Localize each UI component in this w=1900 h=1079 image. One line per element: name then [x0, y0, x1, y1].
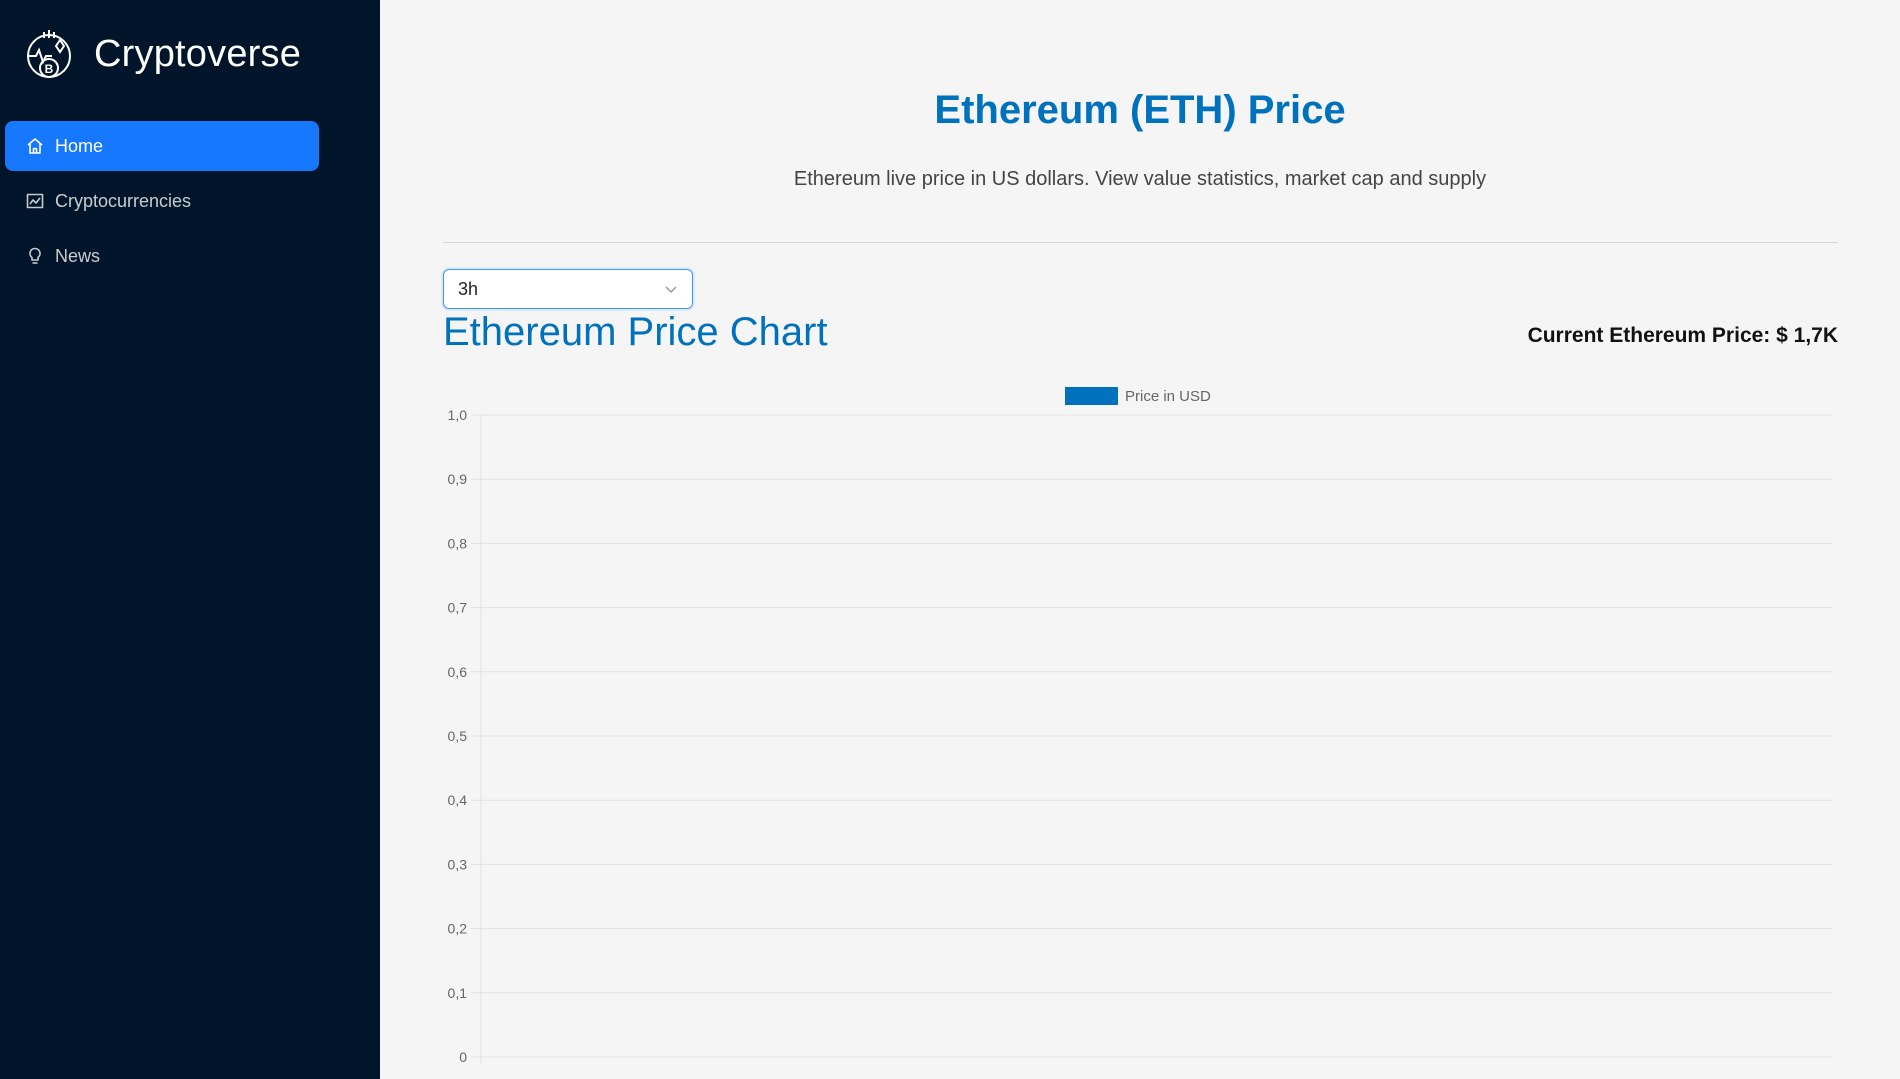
current-price: Current Ethereum Price: $ 1,7K	[1527, 324, 1838, 347]
sidebar-menu: Home Cryptocurrencies News	[5, 121, 319, 286]
main-content: Ethereum (ETH) Price Ethereum live price…	[380, 0, 1900, 1079]
y-tick-label: 0,2	[448, 921, 468, 937]
price-chart: Price in USD 0 0,1 0,2 0,3 0,4 0,5 0,6 0,7 0,8 0,9…	[448, 387, 1832, 1065]
page-subtitle: Ethereum live price in US dollars. View …	[793, 168, 1487, 190]
app-name[interactable]: Cryptoverse	[94, 33, 301, 76]
svg-text:B: B	[45, 62, 54, 76]
fund-icon	[26, 193, 44, 209]
y-tick-label: 0,8	[448, 535, 468, 551]
sidebar-item-cryptocurrencies[interactable]: Cryptocurrencies	[5, 176, 319, 226]
y-tick-label: 0,9	[448, 471, 468, 487]
chart-title: Ethereum Price Chart	[443, 310, 828, 354]
time-period-value: 3h	[458, 278, 479, 299]
y-tick-label: 0,6	[448, 664, 468, 680]
y-tick-label: 0,7	[448, 600, 468, 616]
sidebar-item-news[interactable]: News	[5, 231, 319, 281]
sidebar-item-label: Cryptocurrencies	[55, 190, 192, 211]
sidebar-item-label: News	[55, 245, 101, 266]
chevron-down-icon	[665, 286, 677, 294]
divider	[443, 242, 1838, 243]
page-title: Ethereum (ETH) Price	[934, 88, 1346, 132]
y-tick-label: 1,0	[448, 407, 468, 423]
legend-label: Price in USD	[1125, 388, 1211, 405]
legend-swatch	[1065, 387, 1118, 405]
y-tick-label: 0,5	[448, 728, 468, 744]
crypto-logo-icon: B	[27, 30, 71, 78]
sidebar-item-home[interactable]: Home	[5, 121, 319, 171]
y-tick-label: 0,1	[448, 985, 468, 1001]
time-period-select[interactable]: 3h	[443, 269, 693, 309]
bulb-icon	[29, 247, 41, 264]
y-tick-label: 0	[459, 1049, 467, 1065]
logo[interactable]: B Cryptoverse	[24, 26, 301, 82]
y-tick-label: 0,4	[448, 792, 468, 808]
home-icon	[27, 138, 43, 154]
sidebar-item-label: Home	[55, 135, 104, 156]
sidebar: B Cryptoverse Home Cryptocurrencies News	[0, 0, 380, 1079]
y-tick-label: 0,3	[448, 856, 468, 872]
